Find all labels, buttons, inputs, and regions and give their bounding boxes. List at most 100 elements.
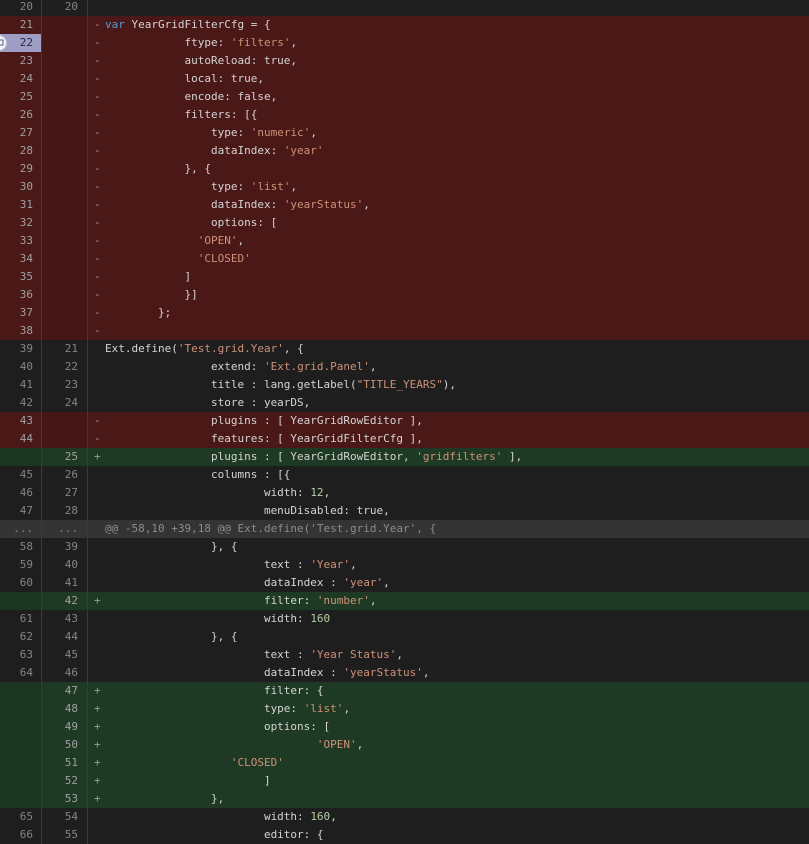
context-line-row[interactable]: 40 22 extend: 'Ext.grid.Panel', bbox=[0, 358, 809, 376]
old-line-number[interactable] bbox=[0, 736, 42, 754]
context-line-row[interactable]: 45 26 columns : [{ bbox=[0, 466, 809, 484]
old-line-number[interactable]: ... bbox=[0, 520, 42, 538]
new-line-number[interactable]: 28 bbox=[42, 502, 88, 520]
deleted-line-row[interactable]: 26 - filters: [{ bbox=[0, 106, 809, 124]
deleted-line-row[interactable]: 37 - }; bbox=[0, 304, 809, 322]
new-line-number[interactable] bbox=[42, 286, 88, 304]
old-line-number[interactable]: 44 bbox=[0, 430, 42, 448]
deleted-line-row[interactable]: 32 - options: [ bbox=[0, 214, 809, 232]
deleted-line-row[interactable]: 29 - }, { bbox=[0, 160, 809, 178]
context-line-row[interactable]: 58 39 }, { bbox=[0, 538, 809, 556]
new-line-number[interactable] bbox=[42, 106, 88, 124]
added-line-row[interactable]: 47 + filter: { bbox=[0, 682, 809, 700]
comment-bubble-icon[interactable] bbox=[0, 35, 7, 51]
old-line-number[interactable]: 43 bbox=[0, 412, 42, 430]
old-line-number[interactable]: 31 bbox=[0, 196, 42, 214]
old-line-number[interactable] bbox=[0, 592, 42, 610]
old-line-number[interactable]: 34 bbox=[0, 250, 42, 268]
deleted-line-row[interactable]: 33 - 'OPEN', bbox=[0, 232, 809, 250]
new-line-number[interactable]: 41 bbox=[42, 574, 88, 592]
old-line-number[interactable]: 23 bbox=[0, 52, 42, 70]
context-line-row[interactable]: 39 21 Ext.define('Test.grid.Year', { bbox=[0, 340, 809, 358]
added-line-row[interactable]: 50 + 'OPEN', bbox=[0, 736, 809, 754]
new-line-number[interactable]: 45 bbox=[42, 646, 88, 664]
deleted-line-row[interactable]: 36 - }] bbox=[0, 286, 809, 304]
new-line-number[interactable]: 39 bbox=[42, 538, 88, 556]
old-line-number[interactable]: 38 bbox=[0, 322, 42, 340]
new-line-number[interactable] bbox=[42, 250, 88, 268]
old-line-number[interactable]: 47 bbox=[0, 502, 42, 520]
old-line-number[interactable]: 29 bbox=[0, 160, 42, 178]
old-line-number[interactable]: 39 bbox=[0, 340, 42, 358]
old-line-number[interactable]: 40 bbox=[0, 358, 42, 376]
deleted-line-row[interactable]: 28 - dataIndex: 'year' bbox=[0, 142, 809, 160]
old-line-number[interactable]: 35 bbox=[0, 268, 42, 286]
context-line-row[interactable]: 20 20 bbox=[0, 0, 809, 16]
new-line-number[interactable]: 44 bbox=[42, 628, 88, 646]
new-line-number[interactable] bbox=[42, 70, 88, 88]
old-line-number[interactable]: 60 bbox=[0, 574, 42, 592]
new-line-number[interactable] bbox=[42, 304, 88, 322]
new-line-number[interactable]: 22 bbox=[42, 358, 88, 376]
old-line-number[interactable]: 37 bbox=[0, 304, 42, 322]
context-line-row[interactable]: 59 40 text : 'Year', bbox=[0, 556, 809, 574]
new-line-number[interactable]: ... bbox=[42, 520, 88, 538]
old-line-number[interactable] bbox=[0, 682, 42, 700]
new-line-number[interactable]: 46 bbox=[42, 664, 88, 682]
deleted-line-row[interactable]: 23 - autoReload: true, bbox=[0, 52, 809, 70]
old-line-number[interactable] bbox=[0, 772, 42, 790]
old-line-number[interactable]: 65 bbox=[0, 808, 42, 826]
new-line-number[interactable] bbox=[42, 34, 88, 52]
new-line-number[interactable] bbox=[42, 268, 88, 286]
deleted-line-row[interactable]: 27 - type: 'numeric', bbox=[0, 124, 809, 142]
added-line-row[interactable]: 49 + options: [ bbox=[0, 718, 809, 736]
context-line-row[interactable]: 46 27 width: 12, bbox=[0, 484, 809, 502]
new-line-number[interactable]: 42 bbox=[42, 592, 88, 610]
deleted-line-row[interactable]: 38 - bbox=[0, 322, 809, 340]
new-line-number[interactable] bbox=[42, 412, 88, 430]
old-line-number[interactable]: 36 bbox=[0, 286, 42, 304]
deleted-line-row[interactable]: 31 - dataIndex: 'yearStatus', bbox=[0, 196, 809, 214]
new-line-number[interactable]: 20 bbox=[42, 0, 88, 16]
old-line-number[interactable]: 63 bbox=[0, 646, 42, 664]
new-line-number[interactable]: 25 bbox=[42, 448, 88, 466]
context-line-row[interactable]: 66 55 editor: { bbox=[0, 826, 809, 844]
old-line-number[interactable]: 26 bbox=[0, 106, 42, 124]
new-line-number[interactable] bbox=[42, 196, 88, 214]
old-line-number[interactable] bbox=[0, 718, 42, 736]
old-line-number[interactable] bbox=[0, 754, 42, 772]
old-line-number[interactable]: 28 bbox=[0, 142, 42, 160]
old-line-number[interactable]: 62 bbox=[0, 628, 42, 646]
added-line-row[interactable]: 25 + plugins : [ YearGridRowEditor, 'grid… bbox=[0, 448, 809, 466]
new-line-number[interactable]: 47 bbox=[42, 682, 88, 700]
new-line-number[interactable] bbox=[42, 178, 88, 196]
new-line-number[interactable] bbox=[42, 322, 88, 340]
context-line-row[interactable]: 42 24 store : yearDS, bbox=[0, 394, 809, 412]
new-line-number[interactable] bbox=[42, 124, 88, 142]
context-line-row[interactable]: 41 23 title : lang.getLabel("TITLE_YEARS"… bbox=[0, 376, 809, 394]
new-line-number[interactable] bbox=[42, 88, 88, 106]
new-line-number[interactable]: 43 bbox=[42, 610, 88, 628]
new-line-number[interactable] bbox=[42, 52, 88, 70]
old-line-number[interactable]: 64 bbox=[0, 664, 42, 682]
new-line-number[interactable]: 51 bbox=[42, 754, 88, 772]
new-line-number[interactable]: 23 bbox=[42, 376, 88, 394]
old-line-number[interactable]: 24 bbox=[0, 70, 42, 88]
deleted-line-row[interactable]: 22 - ftype: 'filters', bbox=[0, 34, 809, 52]
old-line-number[interactable]: 59 bbox=[0, 556, 42, 574]
new-line-number[interactable] bbox=[42, 232, 88, 250]
old-line-number[interactable]: 66 bbox=[0, 826, 42, 844]
added-line-row[interactable]: 53 + }, bbox=[0, 790, 809, 808]
old-line-number[interactable]: 30 bbox=[0, 178, 42, 196]
deleted-line-row[interactable]: 35 - ] bbox=[0, 268, 809, 286]
new-line-number[interactable]: 54 bbox=[42, 808, 88, 826]
context-line-row[interactable]: 65 54 width: 160, bbox=[0, 808, 809, 826]
deleted-line-row[interactable]: 24 - local: true, bbox=[0, 70, 809, 88]
new-line-number[interactable]: 21 bbox=[42, 340, 88, 358]
context-line-row[interactable]: 47 28 menuDisabled: true, bbox=[0, 502, 809, 520]
new-line-number[interactable]: 53 bbox=[42, 790, 88, 808]
deleted-line-row[interactable]: 25 - encode: false, bbox=[0, 88, 809, 106]
deleted-line-row[interactable]: 34 - 'CLOSED' bbox=[0, 250, 809, 268]
old-line-number[interactable]: 46 bbox=[0, 484, 42, 502]
new-line-number[interactable]: 27 bbox=[42, 484, 88, 502]
